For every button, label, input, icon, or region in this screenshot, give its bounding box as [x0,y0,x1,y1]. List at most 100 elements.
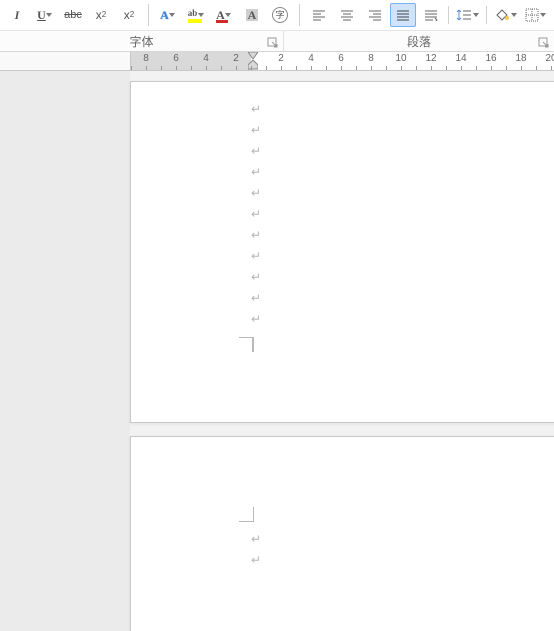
paragraph-mark: ↵ [251,102,261,116]
separator [486,6,487,24]
align-center-icon [340,9,354,21]
align-distributed-icon [424,9,438,21]
borders-icon [525,8,539,22]
ruler-tick [266,66,267,70]
ruler-number: 10 [395,53,406,64]
ruler-tick [536,66,537,70]
paragraph-mark: ↵ [251,228,261,242]
align-left-icon [312,9,326,21]
ruler-tick [191,66,192,70]
ruler-tick [161,66,162,70]
paragraph-group [302,0,553,30]
paragraph-group-text: 段落 [407,33,431,50]
paragraph-mark: ↵ [251,312,261,326]
margin-corner-icon [239,337,254,352]
ruler-tick [551,66,552,70]
paragraph-dialog-launcher[interactable] [538,37,550,49]
font-dialog-launcher[interactable] [267,37,279,49]
ruler-tick [461,66,462,70]
chevron-down-icon [472,13,479,17]
ruler-number: 6 [173,53,179,64]
align-justify-button[interactable] [390,3,416,27]
ruler-tick [146,66,147,70]
ruler-tick [521,66,522,70]
underline-button[interactable]: U [32,3,58,27]
strikethrough-button[interactable]: abc [60,3,86,27]
ruler-tick [206,66,207,70]
font-color-group: A ab A A 字 [151,0,297,30]
align-right-icon [368,9,382,21]
ruler-tick [506,66,507,70]
align-right-button[interactable] [362,3,388,27]
ruler-tick [356,66,357,70]
paragraph-mark: ↵ [251,186,261,200]
ruler-tick [296,66,297,70]
paint-bucket-icon [494,8,510,22]
ruler-number: 2 [278,53,284,64]
align-justify-icon [396,9,410,21]
ruler-number: 6 [338,53,344,64]
page-2[interactable]: ↵↵ [130,436,554,631]
hanging-indent-marker[interactable] [248,60,258,70]
ruler-tick [251,66,252,70]
font-group-label: 字体 [0,31,284,51]
ruler-number: 18 [515,53,526,64]
paragraph-mark: ↵ [251,532,261,546]
paragraph-mark: ↵ [251,207,261,221]
separator [299,4,300,26]
text-effects-button[interactable]: A [155,3,181,27]
line-spacing-icon [456,8,472,22]
page-1[interactable]: ↵↵↵↵↵↵↵↵↵↵↵ [130,81,554,423]
line-spacing-button[interactable] [453,3,482,27]
shading-button[interactable] [491,3,520,27]
highlight-button[interactable]: ab [183,3,209,27]
italic-button[interactable]: I [4,3,30,27]
paragraph-mark: ↵ [251,553,261,567]
chevron-down-icon [169,13,176,17]
margin-corner-icon [239,507,254,522]
paragraph-mark: ↵ [251,165,261,179]
paragraph-mark: ↵ [251,270,261,284]
ruler-tick [476,66,477,70]
separator [148,4,149,26]
ruler-row: 8642246810121416182022 [0,52,554,71]
ruler-tick [176,66,177,70]
ruler-tick [401,66,402,70]
align-left-button[interactable] [306,3,332,27]
ruler-tick [281,66,282,70]
chevron-down-icon [539,13,546,17]
ruler-number: 12 [425,53,436,64]
font-group: I U abc x2 x2 [0,0,146,30]
ruler-tick [341,66,342,70]
ruler-tick [431,66,432,70]
paragraph-mark: ↵ [251,144,261,158]
first-line-indent-marker[interactable] [248,52,258,60]
document-workspace[interactable]: ↵↵↵↵↵↵↵↵↵↵↵ ↵↵ [0,71,554,631]
paragraph-group-label: 段落 [284,31,554,51]
enclose-char-button[interactable]: 字 [267,3,293,27]
paragraph-mark: ↵ [251,123,261,137]
chevron-down-icon [225,13,232,17]
ruler-number: 16 [485,53,496,64]
ribbon-toolbar: I U abc x2 x2 A ab A [0,0,554,31]
ruler-tick [491,66,492,70]
ruler-number: 8 [143,53,149,64]
chevron-down-icon [46,13,53,17]
horizontal-ruler[interactable]: 8642246810121416182022 [130,52,554,70]
launcher-icon [538,37,550,49]
borders-button[interactable] [522,3,549,27]
char-shading-button[interactable]: A [239,3,265,27]
ruler-tick [311,66,312,70]
ruler-tick [416,66,417,70]
chevron-down-icon [197,13,204,17]
font-color-button[interactable]: A [211,3,237,27]
ruler-number: 2 [233,53,239,64]
ruler-number: 8 [368,53,374,64]
ruler-tick [446,66,447,70]
group-label-row: 字体 段落 [0,31,554,52]
superscript-button[interactable]: x2 [116,3,142,27]
subscript-button[interactable]: x2 [88,3,114,27]
align-center-button[interactable] [334,3,360,27]
ruler-tick [326,66,327,70]
align-distributed-button[interactable] [418,3,444,27]
